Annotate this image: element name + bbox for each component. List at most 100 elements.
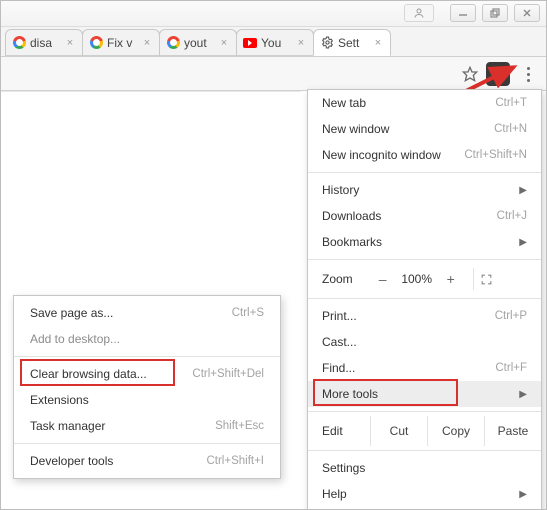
browser-toolbar	[1, 57, 546, 91]
menu-history[interactable]: History ▶	[308, 177, 541, 203]
menu-shortcut: Ctrl+N	[494, 123, 527, 135]
edit-paste-button[interactable]: Paste	[484, 416, 541, 446]
bookmark-star-icon[interactable]	[460, 64, 480, 84]
menu-shortcut: Ctrl+T	[495, 97, 527, 109]
edit-cut-button[interactable]: Cut	[370, 416, 427, 446]
submenu-extensions[interactable]: Extensions	[14, 387, 280, 413]
content-area	[1, 91, 301, 95]
submenu-clear-browsing-data[interactable]: Clear browsing data... Ctrl+Shift+Del	[14, 361, 280, 387]
menu-label: Find...	[322, 361, 355, 375]
menu-label: Save page as...	[30, 306, 113, 320]
tab-label: yout	[184, 36, 214, 50]
menu-separator	[308, 298, 541, 299]
google-icon	[89, 36, 103, 50]
menu-find[interactable]: Find... Ctrl+F	[308, 355, 541, 381]
browser-window: disa × Fix v × yout × You × Sett ×	[0, 0, 547, 510]
chrome-main-menu: New tab Ctrl+T New window Ctrl+N New inc…	[307, 89, 542, 510]
menu-bookmarks[interactable]: Bookmarks ▶	[308, 229, 541, 255]
tab-3[interactable]: You ×	[236, 29, 314, 56]
submenu-developer-tools[interactable]: Developer tools Ctrl+Shift+I	[14, 448, 280, 474]
menu-downloads[interactable]: Downloads Ctrl+J	[308, 203, 541, 229]
menu-print[interactable]: Print... Ctrl+P	[308, 303, 541, 329]
menu-new-tab[interactable]: New tab Ctrl+T	[308, 90, 541, 116]
zoom-out-button[interactable]: –	[371, 269, 395, 289]
menu-shortcut: Ctrl+S	[232, 307, 264, 319]
menu-zoom: Zoom – 100% +	[308, 264, 541, 294]
minimize-button[interactable]	[450, 4, 476, 22]
submenu-add-desktop[interactable]: Add to desktop...	[14, 326, 280, 352]
tab-label: You	[261, 36, 291, 50]
menu-label: Downloads	[322, 209, 381, 223]
extension-button[interactable]	[486, 62, 510, 86]
fullscreen-button[interactable]	[473, 268, 499, 290]
tab-label: Fix v	[107, 36, 137, 50]
menu-settings[interactable]: Settings	[308, 455, 541, 481]
submenu-arrow-icon: ▶	[509, 237, 527, 248]
tab-label: Sett	[338, 36, 368, 50]
close-icon[interactable]: ×	[141, 37, 153, 49]
menu-new-incognito[interactable]: New incognito window Ctrl+Shift+N	[308, 142, 541, 168]
submenu-arrow-icon: ▶	[509, 489, 527, 500]
menu-label: Settings	[322, 461, 365, 475]
tab-2[interactable]: yout ×	[159, 29, 237, 56]
menu-separator	[308, 259, 541, 260]
menu-label: New incognito window	[322, 148, 441, 162]
window-titlebar	[1, 1, 546, 27]
menu-label: Print...	[322, 309, 357, 323]
menu-separator	[14, 356, 280, 357]
menu-separator	[308, 411, 541, 412]
menu-label: History	[322, 183, 359, 197]
menu-label: Developer tools	[30, 454, 113, 468]
zoom-in-button[interactable]: +	[439, 269, 463, 289]
menu-label: Bookmarks	[322, 235, 382, 249]
submenu-arrow-icon: ▶	[509, 185, 527, 196]
more-tools-submenu: Save page as... Ctrl+S Add to desktop...…	[13, 295, 281, 479]
close-button[interactable]	[514, 4, 540, 22]
submenu-task-manager[interactable]: Task manager Shift+Esc	[14, 413, 280, 439]
menu-cast[interactable]: Cast...	[308, 329, 541, 355]
menu-shortcut: Ctrl+J	[497, 210, 527, 222]
close-icon[interactable]: ×	[295, 37, 307, 49]
menu-shortcut: Ctrl+Shift+N	[464, 149, 527, 161]
menu-shortcut: Shift+Esc	[215, 420, 264, 432]
menu-label: Extensions	[30, 393, 89, 407]
chrome-menu-button[interactable]	[516, 62, 540, 86]
menu-new-window[interactable]: New window Ctrl+N	[308, 116, 541, 142]
window-controls	[450, 4, 540, 22]
submenu-save-page[interactable]: Save page as... Ctrl+S	[14, 300, 280, 326]
menu-label: Cast...	[322, 335, 357, 349]
tab-4[interactable]: Sett ×	[313, 29, 391, 56]
menu-label: New tab	[322, 96, 366, 110]
close-icon[interactable]: ×	[218, 37, 230, 49]
menu-separator	[14, 443, 280, 444]
menu-label: Zoom	[322, 272, 353, 286]
tab-label: disa	[30, 36, 60, 50]
menu-label: Add to desktop...	[30, 332, 120, 346]
tab-0[interactable]: disa ×	[5, 29, 83, 56]
menu-label: More tools	[322, 387, 378, 401]
gear-icon	[320, 36, 334, 50]
edit-copy-button[interactable]: Copy	[427, 416, 484, 446]
google-icon	[12, 36, 26, 50]
menu-separator	[308, 172, 541, 173]
menu-label: Task manager	[30, 419, 105, 433]
menu-label: New window	[322, 122, 389, 136]
tab-1[interactable]: Fix v ×	[82, 29, 160, 56]
profile-button[interactable]	[404, 4, 434, 22]
submenu-arrow-icon: ▶	[509, 389, 527, 400]
tab-strip: disa × Fix v × yout × You × Sett ×	[1, 27, 546, 57]
menu-label: Help	[322, 487, 347, 501]
menu-shortcut: Ctrl+Shift+Del	[192, 368, 264, 380]
menu-shortcut: Ctrl+Shift+I	[206, 455, 264, 467]
menu-shortcut: Ctrl+F	[495, 362, 527, 374]
close-icon[interactable]: ×	[372, 37, 384, 49]
menu-label: Clear browsing data...	[30, 367, 147, 381]
menu-more-tools[interactable]: More tools ▶	[308, 381, 541, 407]
youtube-icon	[243, 36, 257, 50]
menu-shortcut: Ctrl+P	[495, 310, 527, 322]
menu-edit-row: Edit Cut Copy Paste	[308, 416, 541, 446]
zoom-level: 100%	[399, 272, 435, 286]
menu-help[interactable]: Help ▶	[308, 481, 541, 507]
maximize-button[interactable]	[482, 4, 508, 22]
close-icon[interactable]: ×	[64, 37, 76, 49]
